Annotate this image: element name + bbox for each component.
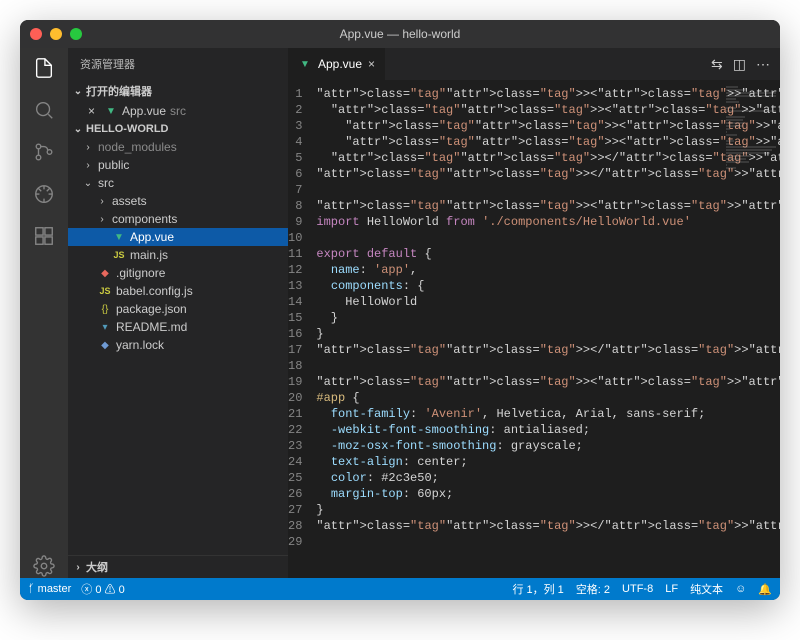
tree-item[interactable]: ◆ .gitignore — [68, 264, 288, 282]
tree-item[interactable]: › public — [68, 156, 288, 174]
more-icon[interactable]: ⋯ — [756, 56, 770, 73]
open-editor-item[interactable]: × ▼ App.vue src — [68, 102, 288, 120]
tree-item[interactable]: › node_modules — [68, 138, 288, 156]
tree-item[interactable]: ◆ yarn.lock — [68, 336, 288, 354]
window-title: App.vue — hello-world — [340, 27, 461, 41]
chevron-icon: › — [96, 214, 108, 225]
tree-label: main.js — [130, 248, 168, 262]
line-col[interactable]: 行 1，列 1 — [512, 581, 563, 597]
gutter: 1234567891011121314151617181920212223242… — [288, 80, 316, 578]
editor[interactable]: 1234567891011121314151617181920212223242… — [288, 80, 780, 578]
tree-item[interactable]: › components — [68, 210, 288, 228]
js-icon: JS — [98, 286, 112, 296]
extensions-icon[interactable] — [32, 224, 56, 248]
chevron-icon: ⌄ — [82, 178, 94, 189]
tree-label: README.md — [116, 320, 187, 334]
tree-label: src — [98, 176, 114, 190]
tree-item[interactable]: JS main.js — [68, 246, 288, 264]
problems-indicator[interactable]: ⓧ 0 ⚠ 0 — [81, 581, 124, 597]
open-editor-detail: src — [170, 104, 186, 118]
tree-label: components — [112, 212, 177, 226]
file-tree: › node_modules › public ⌄ src › assets › componen… — [68, 138, 288, 555]
yarn-icon: ◆ — [98, 340, 112, 351]
tree-item[interactable]: ▼ App.vue — [68, 228, 288, 246]
minimize-button[interactable] — [50, 28, 62, 40]
close-icon[interactable]: × — [88, 104, 100, 118]
explorer-icon[interactable] — [32, 56, 56, 80]
tree-label: yarn.lock — [116, 338, 164, 352]
chevron-icon: › — [82, 142, 94, 153]
tree-label: .gitignore — [116, 266, 165, 280]
json-icon: {} — [98, 304, 112, 315]
spaces[interactable]: 空格: 2 — [576, 581, 610, 597]
window: App.vue — hello-world 资源管理器 ⌄打开的编辑器 × ▼ … — [20, 20, 780, 600]
project-header[interactable]: ⌄HELLO-WORLD — [68, 120, 288, 138]
maximize-button[interactable] — [70, 28, 82, 40]
tree-label: babel.config.js — [116, 284, 193, 298]
tree-item[interactable]: › assets — [68, 192, 288, 210]
open-editors-header[interactable]: ⌄打开的编辑器 — [68, 80, 288, 102]
sidebar-title: 资源管理器 — [68, 48, 288, 80]
tree-item[interactable]: ▾ README.md — [68, 318, 288, 336]
close-button[interactable] — [30, 28, 42, 40]
split-icon[interactable]: ◫ — [733, 56, 746, 73]
tree-item[interactable]: {} package.json — [68, 300, 288, 318]
branch-indicator[interactable]: ᚶ master — [28, 583, 71, 595]
tree-label: assets — [112, 194, 147, 208]
md-icon: ▾ — [98, 322, 112, 333]
debug-icon[interactable] — [32, 182, 56, 206]
language[interactable]: 纯文本 — [690, 581, 723, 597]
encoding[interactable]: UTF-8 — [622, 583, 653, 595]
tab-actions: ⇆ ◫ ⋯ — [711, 48, 780, 80]
source-control-icon[interactable] — [32, 140, 56, 164]
tree-label: package.json — [116, 302, 187, 316]
js-icon: JS — [112, 250, 126, 260]
compare-icon[interactable]: ⇆ — [711, 56, 723, 73]
open-editor-name: App.vue — [122, 104, 166, 118]
vue-icon: ▼ — [112, 232, 126, 243]
sidebar: 资源管理器 ⌄打开的编辑器 × ▼ App.vue src ⌄HELLO-WOR… — [68, 48, 288, 578]
chevron-icon: › — [96, 196, 108, 207]
body: 资源管理器 ⌄打开的编辑器 × ▼ App.vue src ⌄HELLO-WOR… — [20, 48, 780, 578]
tree-label: public — [98, 158, 129, 172]
tree-label: node_modules — [98, 140, 177, 154]
tree-label: App.vue — [130, 230, 174, 244]
tree-item[interactable]: JS babel.config.js — [68, 282, 288, 300]
main: ▼ App.vue × ⇆ ◫ ⋯ 1234567891011121314151… — [288, 48, 780, 578]
activity-bar — [20, 48, 68, 578]
outline-header[interactable]: ›大纲 — [68, 555, 288, 578]
statusbar: ᚶ master ⓧ 0 ⚠ 0 行 1，列 1 空格: 2 UTF-8 LF … — [20, 578, 780, 600]
feedback-icon[interactable]: ☺ — [735, 583, 746, 595]
bell-icon[interactable]: 🔔 — [758, 583, 772, 596]
tabs: ▼ App.vue × ⇆ ◫ ⋯ — [288, 48, 780, 80]
search-icon[interactable] — [32, 98, 56, 122]
settings-icon[interactable] — [32, 554, 56, 578]
traffic-lights — [30, 28, 82, 40]
tab-app-vue[interactable]: ▼ App.vue × — [288, 48, 386, 80]
git-icon: ◆ — [98, 268, 112, 279]
minimap[interactable] — [726, 86, 776, 186]
close-icon[interactable]: × — [368, 57, 375, 71]
chevron-icon: › — [82, 160, 94, 171]
eol[interactable]: LF — [665, 583, 678, 595]
code-area[interactable]: "attr">class="tag""attr">class="tag">><"… — [316, 80, 780, 578]
vue-icon: ▼ — [104, 106, 118, 117]
tree-item[interactable]: ⌄ src — [68, 174, 288, 192]
vue-icon: ▼ — [298, 59, 312, 70]
tab-label: App.vue — [318, 57, 362, 71]
titlebar: App.vue — hello-world — [20, 20, 780, 48]
